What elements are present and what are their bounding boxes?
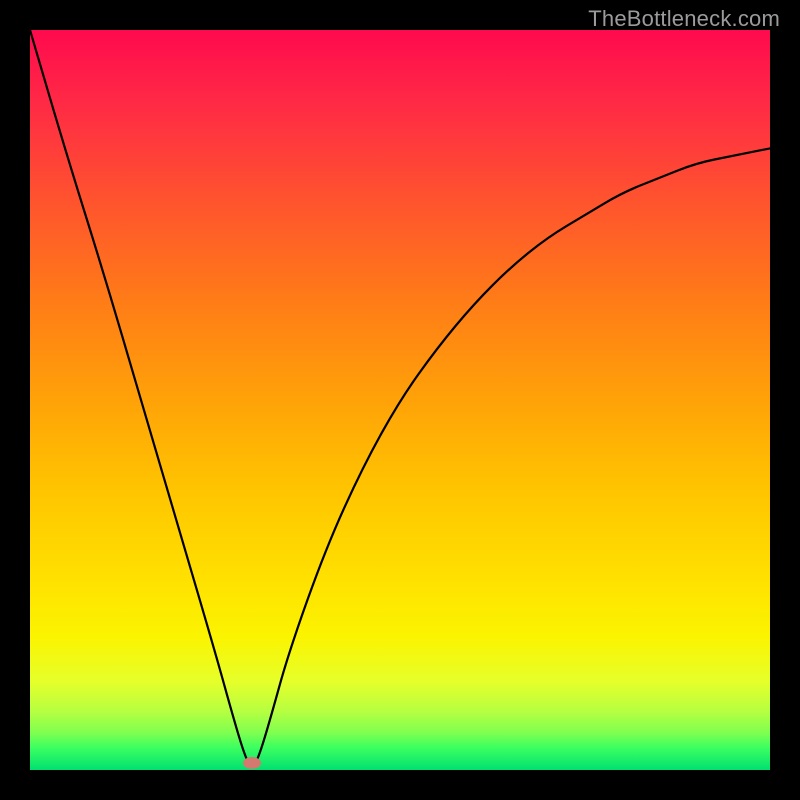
optimal-point-marker bbox=[243, 757, 261, 769]
curve-svg bbox=[30, 30, 770, 770]
watermark-text: TheBottleneck.com bbox=[588, 6, 780, 32]
bottleneck-curve bbox=[30, 30, 770, 766]
plot-area bbox=[30, 30, 770, 770]
chart-frame: TheBottleneck.com bbox=[0, 0, 800, 800]
